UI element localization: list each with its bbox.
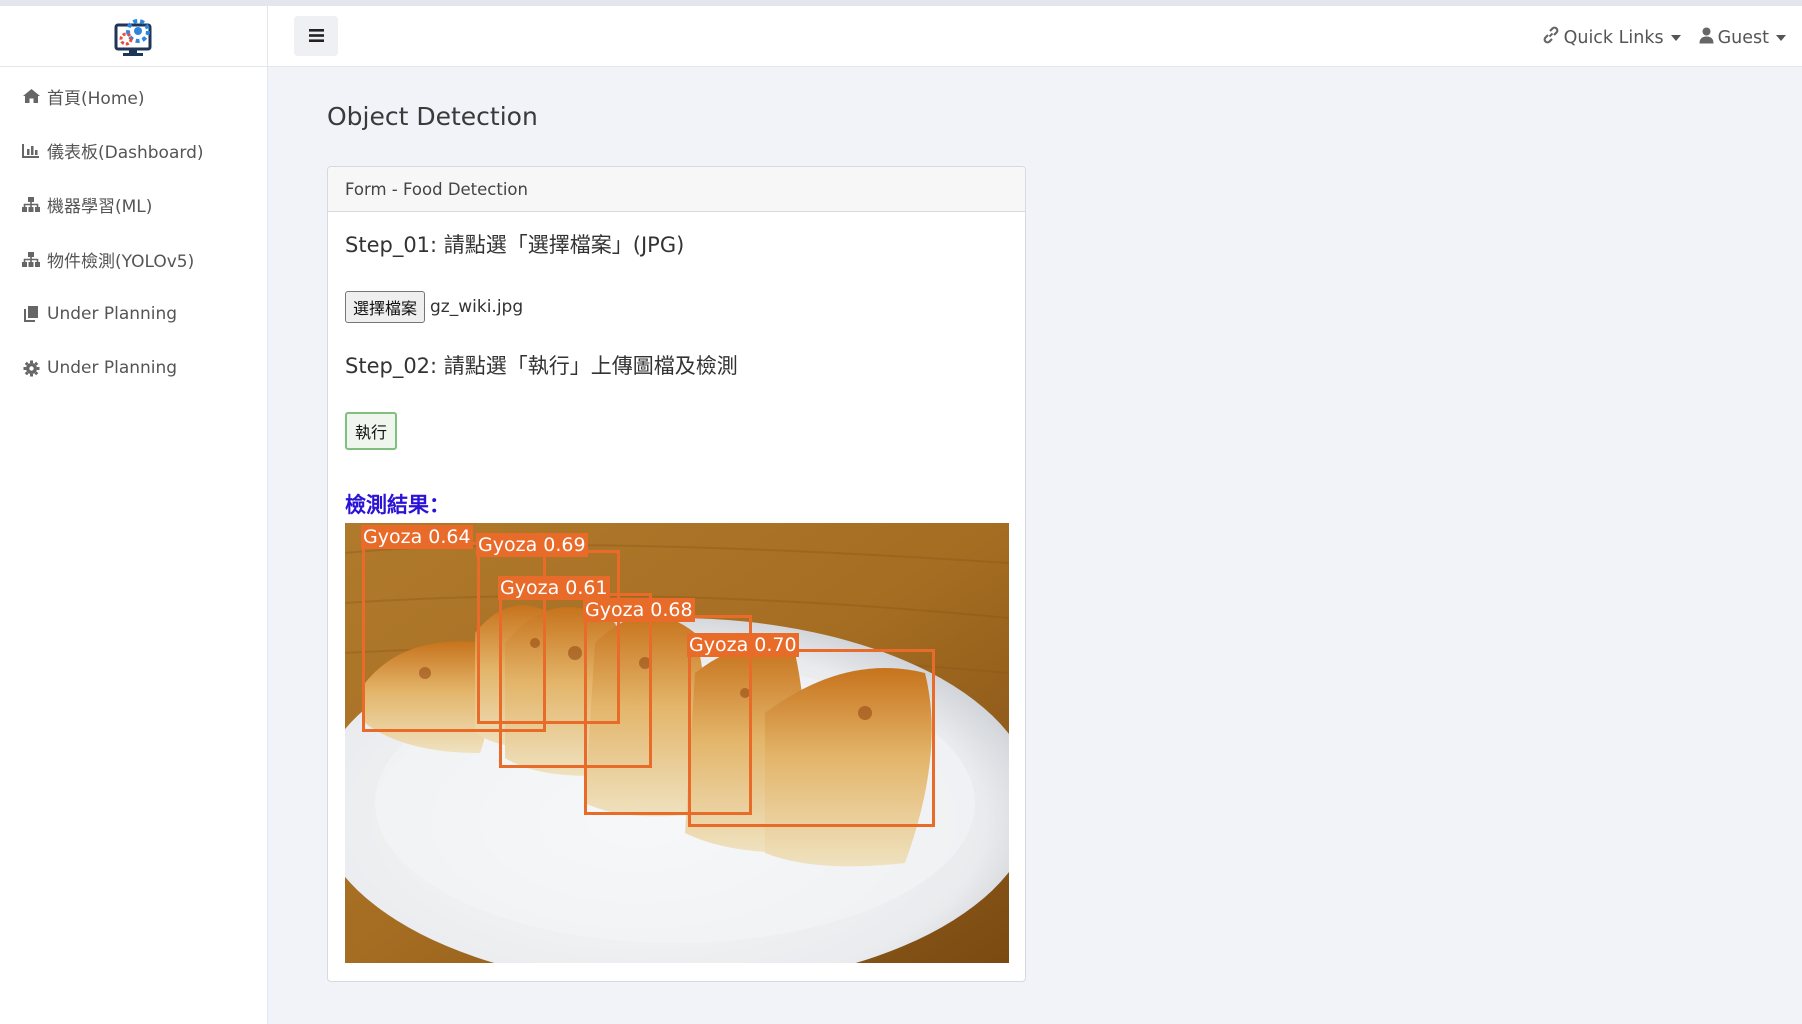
sitemap-icon bbox=[20, 249, 42, 269]
sidebar-item-label: Under Planning bbox=[47, 303, 178, 324]
sidebar-item-dashboard[interactable]: 儀表板(Dashboard) bbox=[0, 123, 267, 177]
caret-down-icon bbox=[1670, 34, 1681, 41]
sidebar-item-under-planning-2[interactable]: Under Planning bbox=[0, 341, 267, 395]
run-button[interactable]: 執行 bbox=[345, 412, 398, 450]
detection-label: Gyoza 0.69 bbox=[476, 533, 588, 557]
page-title: Object Detection bbox=[327, 102, 538, 131]
user-dropdown[interactable]: Guest bbox=[1699, 27, 1786, 49]
quick-links-dropdown[interactable]: Quick Links bbox=[1542, 26, 1681, 49]
sidebar-item-home[interactable]: 首頁(Home) bbox=[0, 69, 267, 123]
detection-result-image: Gyoza 0.64 Gyoza 0.69 Gyoza 0.61 Gyoza 0… bbox=[345, 523, 1009, 963]
hamburger-icon bbox=[308, 27, 324, 46]
file-name: gz_wiki.jpg bbox=[430, 297, 524, 317]
detection-label: Gyoza 0.64 bbox=[361, 525, 473, 549]
detection-box bbox=[688, 649, 935, 827]
gear-monitor-logo[interactable] bbox=[111, 13, 157, 59]
sidebar-item-ml[interactable]: 機器學習(ML) bbox=[0, 178, 267, 232]
home-icon bbox=[20, 86, 42, 106]
caret-down-icon bbox=[1776, 34, 1786, 41]
gear-icon bbox=[20, 358, 42, 378]
sitemap-icon bbox=[20, 195, 42, 215]
bar-chart-icon bbox=[20, 141, 42, 161]
detection-label: Gyoza 0.61 bbox=[498, 576, 610, 600]
file-input: 選擇檔案 gz_wiki.jpg bbox=[345, 291, 523, 323]
step-1-title: Step_01: 請點選「選擇檔案」(JPG) bbox=[345, 233, 685, 257]
user-icon bbox=[1699, 27, 1714, 49]
choose-file-button[interactable]: 選擇檔案 bbox=[345, 291, 426, 323]
sidebar-item-yolov5[interactable]: 物件檢測(YOLOv5) bbox=[0, 232, 267, 286]
topbar-right: Quick Links Guest bbox=[1542, 26, 1786, 49]
logo-area[interactable] bbox=[0, 0, 267, 67]
sidebar-item-label: 首頁(Home) bbox=[47, 88, 145, 109]
sidebar-item-label: 儀表板(Dashboard) bbox=[47, 143, 204, 164]
sidebar: 首頁(Home) 儀表板(Dashboard) 機器學習(ML) 物件檢測(YO… bbox=[0, 0, 268, 1024]
topbar: Quick Links Guest bbox=[268, 0, 1802, 67]
sidebar-item-label: 物件檢測(YOLOv5) bbox=[47, 251, 195, 272]
detection-label: Gyoza 0.70 bbox=[687, 633, 799, 657]
result-title: 檢測結果： bbox=[345, 493, 450, 517]
detection-label: Gyoza 0.68 bbox=[583, 598, 695, 622]
sidebar-nav: 首頁(Home) 儀表板(Dashboard) 機器學習(ML) 物件檢測(YO… bbox=[0, 67, 267, 395]
sidebar-item-under-planning-1[interactable]: Under Planning bbox=[0, 287, 267, 341]
copy-icon bbox=[20, 304, 42, 324]
sidebar-item-label: Under Planning bbox=[47, 358, 178, 379]
food-detection-form-card: Form - Food Detection Step_01: 請點選「選擇檔案」… bbox=[327, 166, 1026, 982]
link-icon bbox=[1542, 26, 1560, 49]
sidebar-item-label: 機器學習(ML) bbox=[47, 197, 153, 218]
quick-links-label: Quick Links bbox=[1563, 27, 1664, 48]
sidebar-toggle-button[interactable] bbox=[294, 16, 338, 56]
step-2-title: Step_02: 請點選「執行」上傳圖檔及檢測 bbox=[345, 354, 738, 378]
user-label: Guest bbox=[1717, 27, 1769, 48]
card-header: Form - Food Detection bbox=[328, 167, 1025, 212]
